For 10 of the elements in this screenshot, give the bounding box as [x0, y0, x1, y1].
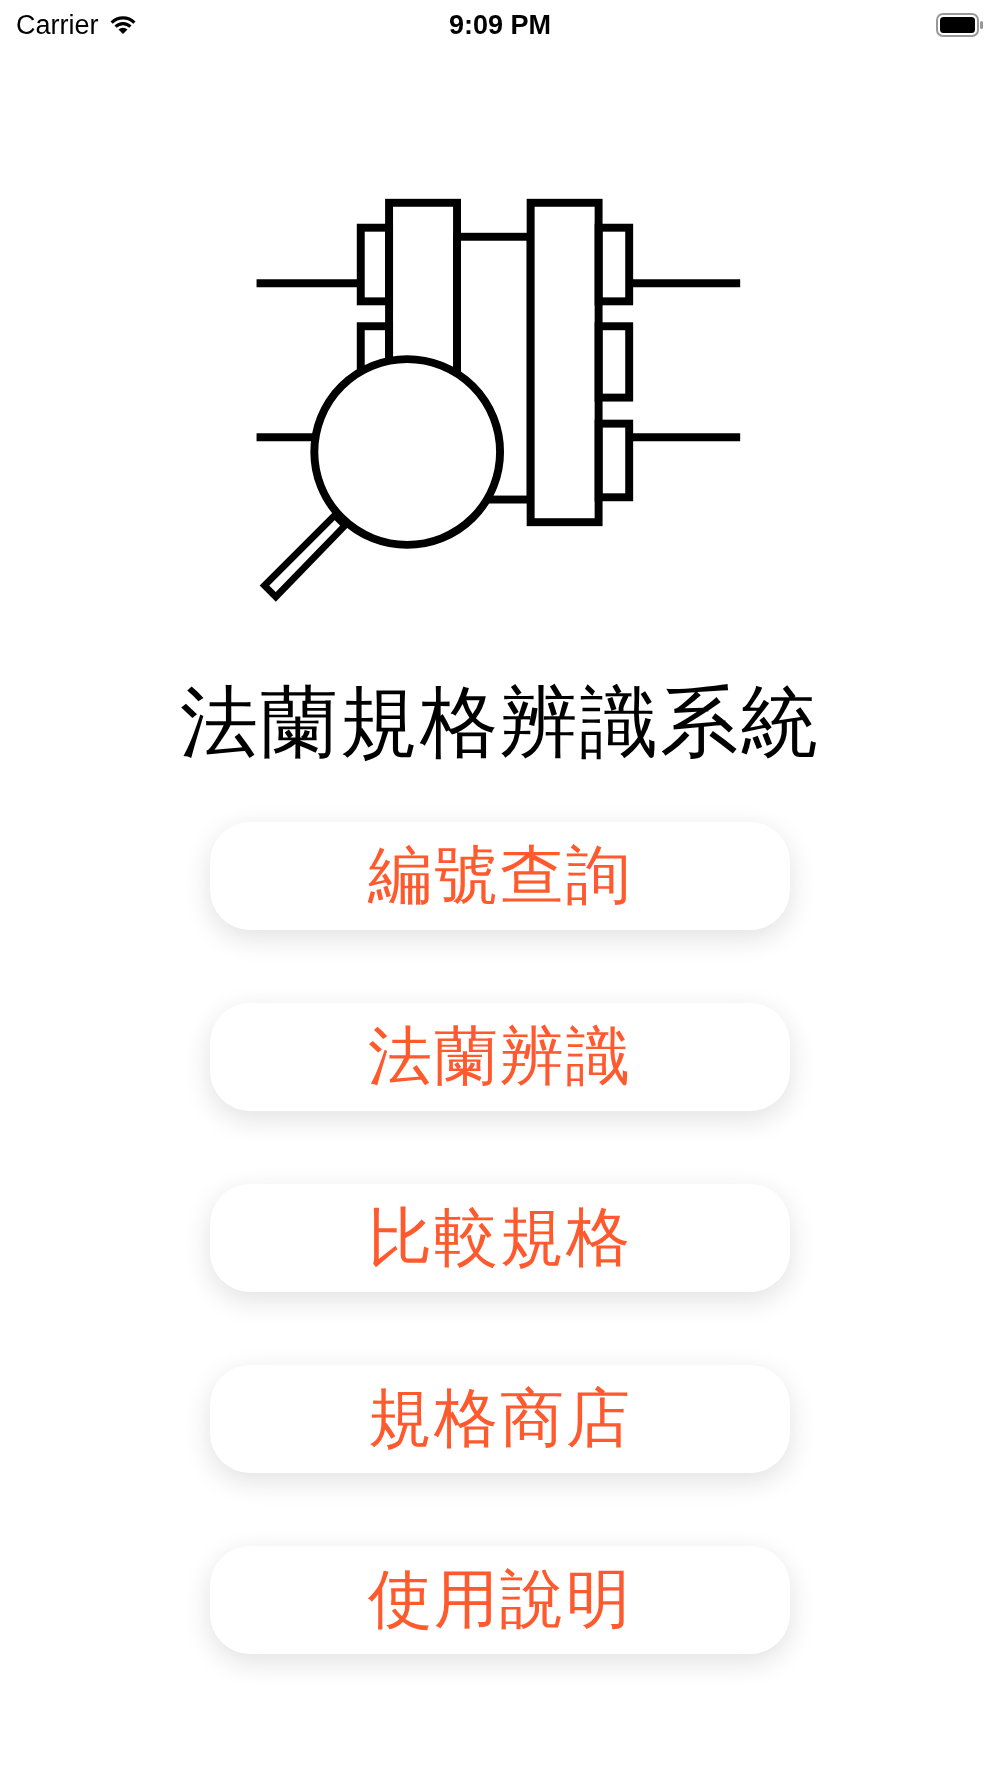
- battery-icon: [936, 13, 984, 37]
- menu-button[interactable]: 法蘭辨識: [210, 1002, 790, 1111]
- menu-button[interactable]: 使用說明: [210, 1545, 790, 1654]
- wifi-icon: [108, 15, 137, 35]
- menu-button[interactable]: 規格商店: [210, 1364, 790, 1473]
- carrier-label: Carrier: [16, 9, 99, 41]
- menu-button[interactable]: 比較規格: [210, 1183, 790, 1292]
- menu-button[interactable]: 編號查詢: [210, 821, 790, 930]
- clock-time: 9:09 PM: [448, 9, 551, 41]
- app-title: 法蘭規格辨識系統: [180, 676, 820, 769]
